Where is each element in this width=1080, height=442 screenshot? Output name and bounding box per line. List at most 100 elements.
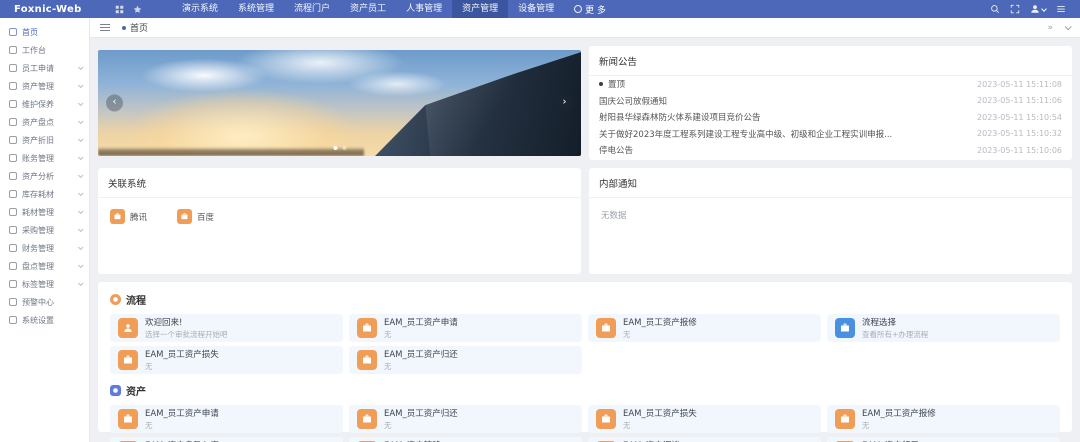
chevron-down-icon xyxy=(77,136,84,143)
menu-item-asset-employee[interactable]: 资产员工 xyxy=(340,0,396,18)
asset-tile-surplus-in[interactable]: EAM_资产盘盈入库 无 xyxy=(110,437,343,442)
sidebar-item-inventory[interactable]: 资产盘点 xyxy=(0,113,89,131)
sidebar-item-accounting[interactable]: 账务管理 xyxy=(0,149,89,167)
sidebar-item-workbench[interactable]: 工作台 xyxy=(0,41,89,59)
related-system-tencent[interactable]: 腾讯 xyxy=(110,209,147,224)
related-systems-panel: 关联系统 腾讯 百度 xyxy=(98,168,581,274)
process-tile-grid: 欢迎回来! 选择一个审批流程开始吧 EAM_员工资产申请 无 EAM_员工资产报… xyxy=(110,314,1060,374)
tab-scroll-right-icon[interactable]: » xyxy=(1047,23,1053,33)
news-item-time: 2023-05-11 15:10:06 xyxy=(977,145,1062,155)
news-item[interactable]: 置顶 2023-05-11 15:11:08 xyxy=(589,76,1072,93)
news-item-text: 置顶 xyxy=(608,80,626,91)
sidebar-item-asset-analysis[interactable]: 资产分析 xyxy=(0,167,89,185)
tile-subtitle: 无 xyxy=(145,362,153,371)
chevron-down-icon xyxy=(77,226,84,233)
news-item[interactable]: 停电公告 2023-05-11 15:10:06 xyxy=(589,142,1072,159)
asset-tile-loss[interactable]: EAM_员工资产损失 无 xyxy=(588,405,821,433)
news-item[interactable]: 射阳县华绿森林防火体系建设项目竞价公告 2023-05-11 15:10:54 xyxy=(589,109,1072,126)
asset-tile-transfer[interactable]: EAM_资产转移 无 xyxy=(349,437,582,442)
alert-icon xyxy=(9,298,17,306)
chevron-down-icon xyxy=(77,154,84,161)
chevron-down-icon xyxy=(77,262,84,269)
sidebar-label: 耗材管理 xyxy=(22,207,54,217)
sidebar-item-employee-apply[interactable]: 员工申请 xyxy=(0,59,89,77)
menu-item-hr[interactable]: 人事管理 xyxy=(396,0,452,18)
process-section-title: 流程 xyxy=(126,296,146,307)
hamburger-menu-icon[interactable] xyxy=(1056,4,1066,14)
carousel-dot[interactable] xyxy=(342,146,346,150)
inventory-icon xyxy=(9,118,17,126)
sidebar-item-system-settings[interactable]: 系统设置 xyxy=(0,311,89,329)
news-item[interactable]: 国庆公司放假通知 2023-05-11 15:11:06 xyxy=(589,93,1072,110)
banner-carousel[interactable]: ‹ › xyxy=(98,50,581,156)
menu-item-device-mgmt[interactable]: 设备管理 xyxy=(508,0,564,18)
user-avatar-icon[interactable] xyxy=(1030,4,1047,14)
related-system-baidu[interactable]: 百度 xyxy=(177,209,214,224)
search-icon[interactable] xyxy=(990,4,1000,14)
briefcase-icon xyxy=(357,318,377,338)
shortcut-panel: 流程 欢迎回来! 选择一个审批流程开始吧 EAM_员工资产申请 无 EAM_员工… xyxy=(98,282,1072,442)
tile-subtitle: 选择一个审批流程开始吧 xyxy=(145,330,228,339)
tile-subtitle: 无 xyxy=(623,421,631,430)
tab-home[interactable]: 首页 xyxy=(122,21,148,34)
tile-subtitle: 无 xyxy=(862,421,870,430)
sidebar-item-depreciation[interactable]: 资产折旧 xyxy=(0,131,89,149)
sidebar-item-home[interactable]: 首页 xyxy=(0,23,89,41)
tile-subtitle: 无 xyxy=(623,330,631,339)
related-system-label: 百度 xyxy=(197,212,215,223)
tile-subtitle: 无 xyxy=(145,421,153,430)
tile-subtitle: 无 xyxy=(384,330,392,339)
asset-tile-issue[interactable]: EAM_资产领用 无 xyxy=(827,437,1060,442)
asset-tile-repair[interactable]: EAM_员工资产报修 无 xyxy=(827,405,1060,433)
menu-item-asset-mgmt[interactable]: 资产管理 xyxy=(452,0,509,18)
carousel-prev-icon[interactable]: ‹ xyxy=(106,94,123,112)
related-systems-title: 关联系统 xyxy=(98,168,581,198)
label-icon xyxy=(9,280,17,288)
sidebar-item-asset-mgmt[interactable]: 资产管理 xyxy=(0,77,89,95)
asset-tile-apply[interactable]: EAM_员工资产申请 无 xyxy=(110,405,343,433)
process-tile-apply[interactable]: EAM_员工资产申请 无 xyxy=(349,314,582,342)
menu-item-demo[interactable]: 演示系统 xyxy=(172,0,228,18)
chevron-down-icon xyxy=(77,172,84,179)
process-launch-tile[interactable]: 流程选择 查看所有+办理流程 xyxy=(827,314,1060,342)
collapse-sidebar-icon[interactable] xyxy=(100,22,110,33)
consumable-icon xyxy=(9,208,17,216)
process-tile-repair[interactable]: EAM_员工资产报修 无 xyxy=(588,314,821,342)
asset-tile-allocate[interactable]: EAM_资产调拨 无 xyxy=(588,437,821,442)
menu-item-system[interactable]: 系统管理 xyxy=(228,0,284,18)
sidebar-label: 系统设置 xyxy=(22,315,54,325)
asset-section-icon xyxy=(110,385,121,396)
apps-grid-icon[interactable] xyxy=(110,5,128,14)
menu-item-workflow-portal[interactable]: 流程门户 xyxy=(284,0,340,18)
news-item-time: 2023-05-11 15:10:54 xyxy=(977,112,1062,122)
sidebar-item-stock-consumables[interactable]: 库存耗材 xyxy=(0,185,89,203)
topbar-actions xyxy=(990,4,1080,14)
sidebar-item-maintenance[interactable]: 维护保养 xyxy=(0,95,89,113)
sidebar-item-purchase-mgmt[interactable]: 采购管理 xyxy=(0,221,89,239)
fullscreen-icon[interactable] xyxy=(1010,4,1020,14)
tile-title: 欢迎回来! xyxy=(145,318,183,328)
sidebar-item-finance-mgmt[interactable]: 财务管理 xyxy=(0,239,89,257)
pin-icon[interactable] xyxy=(128,5,146,14)
news-item-time: 2023-05-11 15:11:08 xyxy=(977,79,1062,89)
process-tile-loss[interactable]: EAM_员工资产损失 无 xyxy=(110,346,343,374)
menu-item-more[interactable]: 更 多 xyxy=(564,0,616,18)
sidebar-item-check-mgmt[interactable]: 盘点管理 xyxy=(0,257,89,275)
news-item[interactable]: 关于做好2023年度工程系列建设工程专业高中级、初级和企业工程实训申报... 2… xyxy=(589,126,1072,143)
app-icon xyxy=(177,209,193,224)
purchase-icon xyxy=(9,226,17,234)
sidebar-item-alert-center[interactable]: 预警中心 xyxy=(0,293,89,311)
welcome-tile[interactable]: 欢迎回来! 选择一个审批流程开始吧 xyxy=(110,314,343,342)
carousel-dot[interactable] xyxy=(333,146,337,150)
app-logo: Foxnic-Web xyxy=(14,3,82,15)
carousel-next-icon[interactable]: › xyxy=(556,94,573,112)
sidebar-item-label-mgmt[interactable]: 标签管理 xyxy=(0,275,89,293)
internal-notice-panel: 内部通知 无数据 xyxy=(589,168,1072,274)
tile-title: EAM_员工资产申请 xyxy=(384,318,458,328)
process-tile-return[interactable]: EAM_员工资产归还 无 xyxy=(349,346,582,374)
sidebar-label: 资产分析 xyxy=(22,171,54,181)
tab-options-icon[interactable] xyxy=(1064,23,1072,31)
empty-data-text: 无数据 xyxy=(601,211,627,221)
asset-tile-return[interactable]: EAM_员工资产归还 无 xyxy=(349,405,582,433)
sidebar-item-consumable-mgmt[interactable]: 耗材管理 xyxy=(0,203,89,221)
